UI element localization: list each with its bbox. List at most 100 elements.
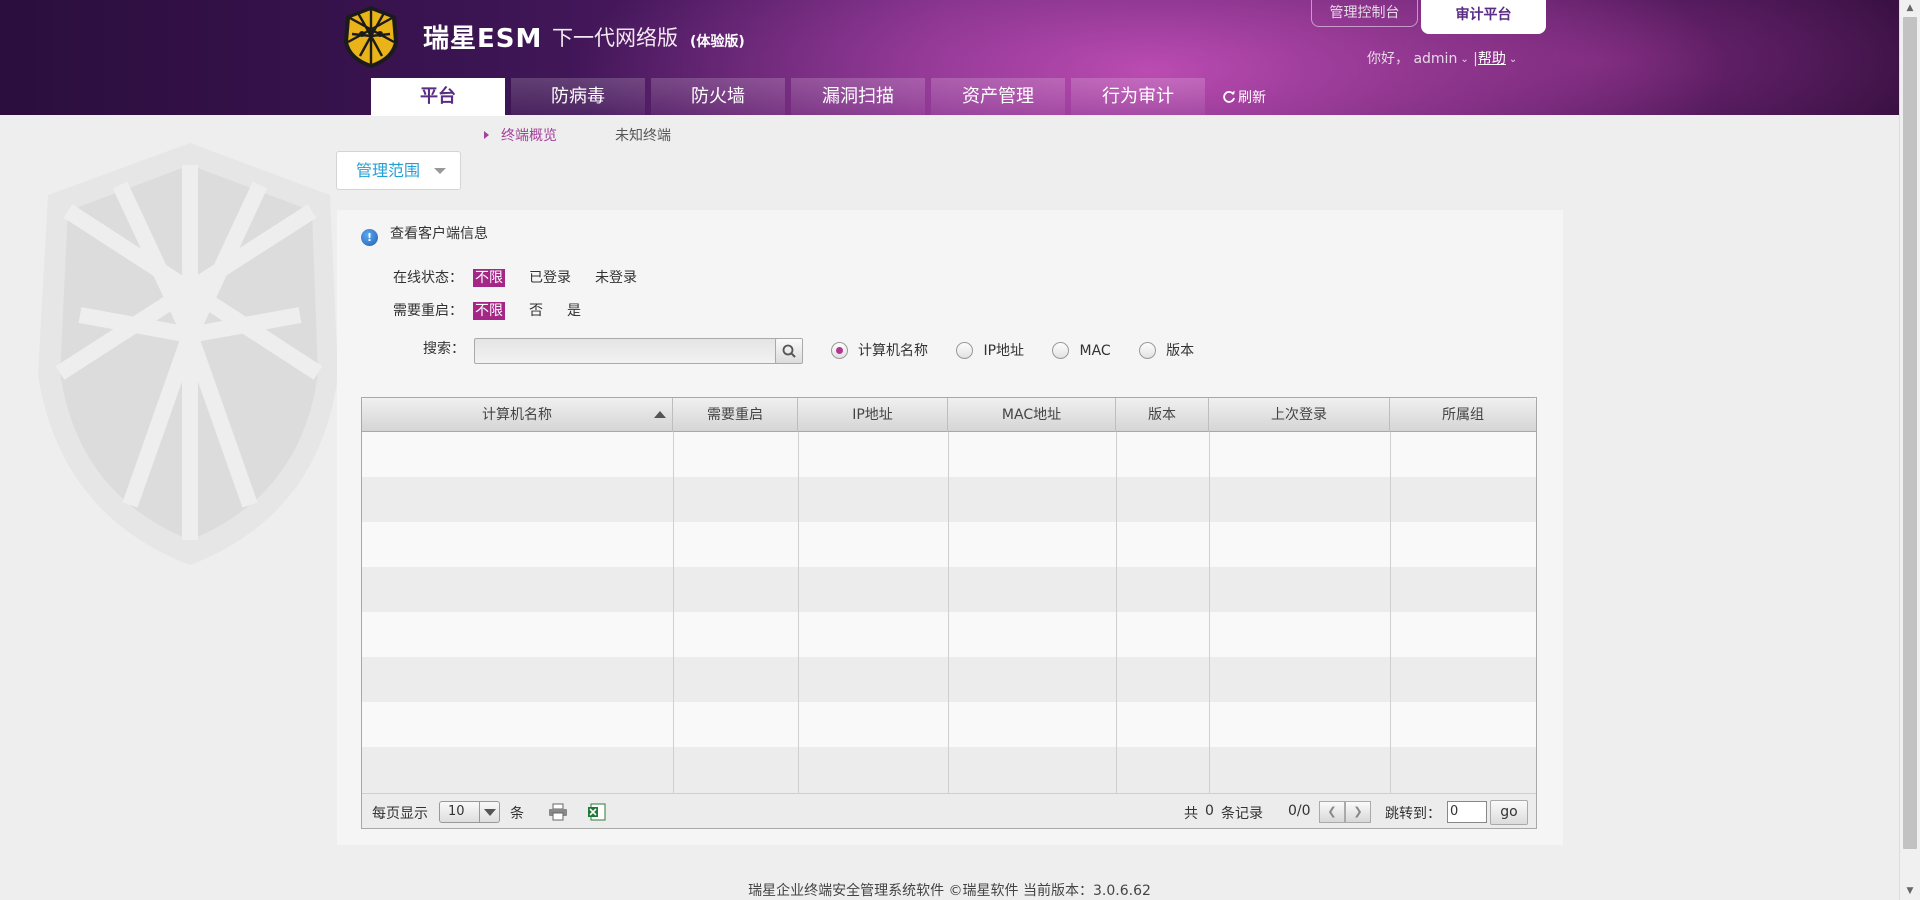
radio-unchecked-icon: [1139, 342, 1157, 359]
column-header-computer-name[interactable]: 计算机名称: [362, 398, 673, 432]
online-filter-logged-in[interactable]: 已登录: [529, 270, 571, 286]
lion-watermark-icon: [38, 143, 338, 565]
column-divider: [948, 432, 949, 793]
column-header-mac-address[interactable]: MAC地址: [948, 398, 1116, 432]
table-row-empty: [362, 567, 1536, 612]
chevron-down-icon: ⌄: [1460, 54, 1469, 65]
radio-label: MAC: [1079, 343, 1111, 359]
column-divider: [1116, 432, 1117, 793]
prev-page-button[interactable]: ❮: [1319, 801, 1345, 823]
radio-mac[interactable]: MAC: [1052, 342, 1111, 359]
search-label: 搜索：: [423, 341, 465, 357]
online-filter-any[interactable]: 不限: [473, 269, 505, 287]
table-row-empty: [362, 432, 1536, 477]
table-row-empty: [362, 522, 1536, 567]
footer-copyright: 瑞星企业终端安全管理系统软件 ©瑞星软件 当前版本：3.0.6.62: [748, 883, 1151, 899]
info-icon: !: [361, 229, 378, 246]
nav-asset-management[interactable]: 资产管理: [931, 78, 1065, 115]
refresh-label: 刷新: [1238, 90, 1266, 106]
radio-label: IP地址: [983, 343, 1025, 359]
total-suffix: 条记录: [1221, 806, 1263, 822]
column-label: 计算机名称: [482, 407, 552, 423]
search-field-radios: 计算机名称 IP地址 MAC 版本: [831, 340, 1218, 360]
info-row: ! 查看客户端信息: [361, 223, 488, 246]
column-divider: [1390, 432, 1391, 793]
client-info-panel: ! 查看客户端信息 在线状态： 不限 已登录 未登录 需要重启： 不限否是 搜索： 计算机…: [337, 210, 1563, 845]
column-header-group[interactable]: 所属组: [1390, 398, 1536, 432]
dropdown-arrow-icon: [479, 802, 499, 822]
header-banner: 瑞星ESM 下一代网络版 (体验版) 管理控制台 审计平台 你好， admin ⌄…: [0, 0, 1899, 116]
jump-label: 跳转到：: [1385, 806, 1441, 822]
radio-checked-icon: [831, 342, 848, 359]
jump-page-input[interactable]: 0: [1447, 801, 1487, 823]
tab-management-console[interactable]: 管理控制台: [1311, 0, 1418, 27]
triangle-right-icon: [484, 131, 489, 139]
restart-filter-yes[interactable]: 是: [567, 303, 581, 319]
search-input[interactable]: [474, 338, 778, 364]
per-page-select[interactable]: 10: [439, 801, 500, 823]
next-page-button[interactable]: ❯: [1345, 801, 1371, 823]
scroll-down-arrow-icon[interactable]: ▼: [1900, 883, 1920, 900]
print-icon[interactable]: [548, 803, 568, 821]
scroll-up-arrow-icon[interactable]: ▲: [1900, 0, 1920, 17]
scope-label: 管理范围: [356, 161, 421, 180]
tab-audit-platform[interactable]: 审计平台: [1421, 0, 1546, 34]
per-page-unit: 条: [510, 806, 524, 822]
subnav-terminal-overview[interactable]: 终端概览: [484, 125, 557, 145]
column-divider: [673, 432, 674, 793]
client-table: 计算机名称 需要重启 IP地址 MAC地址 版本 上次登录 所属组 每页显示 1…: [361, 397, 1537, 829]
column-header-ip-address[interactable]: IP地址: [798, 398, 948, 432]
user-area: 你好， admin ⌄ |帮助 ⌄: [1367, 48, 1517, 68]
column-header-needs-restart[interactable]: 需要重启: [673, 398, 798, 432]
per-page-value: 10: [448, 804, 465, 819]
trial-badge: (体验版): [690, 34, 745, 50]
username: admin: [1413, 51, 1458, 67]
subnav-overview-label: 终端概览: [501, 128, 557, 144]
go-button[interactable]: go: [1490, 800, 1528, 825]
caret-down-icon: [434, 168, 446, 174]
nav-antivirus[interactable]: 防病毒: [511, 78, 645, 115]
online-filter-not-logged-in[interactable]: 未登录: [595, 270, 637, 286]
table-header: 计算机名称 需要重启 IP地址 MAC地址 版本 上次登录 所属组: [362, 398, 1536, 432]
scrollbar-thumb[interactable]: [1903, 17, 1917, 849]
help-menu[interactable]: 帮助: [1478, 51, 1506, 67]
refresh-button[interactable]: 刷新: [1222, 87, 1266, 107]
total-count: 0: [1205, 803, 1214, 819]
table-row-empty: [362, 657, 1536, 702]
management-scope-dropdown[interactable]: 管理范围: [336, 151, 461, 190]
table-row-empty: [362, 612, 1536, 657]
radio-version[interactable]: 版本: [1139, 342, 1195, 359]
user-menu[interactable]: admin ⌄: [1413, 51, 1468, 67]
online-status-filter: 在线状态： 不限 已登录 未登录: [393, 267, 637, 287]
rising-lion-logo-icon: [344, 6, 398, 68]
chevron-left-icon: ❮: [1327, 805, 1337, 818]
table-pager: 每页显示 10 条 共 0 条记录 0/0 ❮ ❯ 跳转到： 0 go: [362, 793, 1536, 828]
restart-filter: 需要重启： 不限 否 是: [393, 300, 581, 320]
radio-label: 版本: [1166, 343, 1195, 359]
vertical-scrollbar[interactable]: ▲ ▼: [1899, 0, 1920, 900]
restart-label: 需要重启：: [393, 303, 463, 319]
search-button[interactable]: [775, 338, 803, 364]
nav-firewall[interactable]: 防火墙: [651, 78, 785, 115]
radio-computer-name[interactable]: 计算机名称: [831, 342, 928, 359]
brand-subtitle: 下一代网络版: [552, 26, 678, 50]
column-divider: [798, 432, 799, 793]
radio-unchecked-icon: [956, 342, 974, 359]
radio-unchecked-icon: [1052, 342, 1070, 359]
total-prefix: 共: [1184, 806, 1198, 822]
column-header-last-login[interactable]: 上次登录: [1209, 398, 1390, 432]
column-header-version[interactable]: 版本: [1116, 398, 1209, 432]
subnav-unknown-terminal[interactable]: 未知终端: [615, 125, 671, 145]
nav-platform[interactable]: 平台: [371, 78, 505, 116]
help-label: 帮助: [1477, 51, 1506, 67]
chevron-down-icon: ⌄: [1508, 54, 1518, 65]
nav-behavior-audit[interactable]: 行为审计: [1071, 78, 1205, 115]
excel-export-icon[interactable]: [587, 803, 607, 821]
table-row-empty: [362, 702, 1536, 747]
radio-ip-address[interactable]: IP地址: [956, 342, 1025, 359]
refresh-icon: [1223, 90, 1235, 103]
restart-filter-no[interactable]: 否: [529, 303, 543, 319]
nav-vulnerability-scan[interactable]: 漏洞扫描: [791, 78, 925, 115]
restart-filter-any[interactable]: 不限: [473, 302, 505, 320]
per-page-label: 每页显示: [372, 806, 428, 822]
